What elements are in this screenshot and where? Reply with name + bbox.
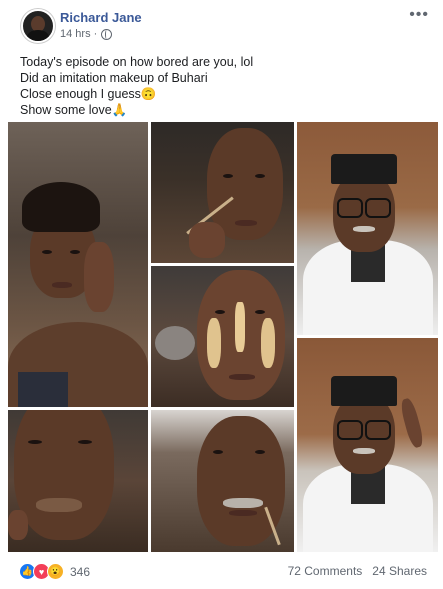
- lips-shape: [235, 220, 257, 226]
- mustache-shape: [223, 498, 263, 508]
- makeup-application-photo[interactable]: [151, 122, 294, 263]
- reactions-summary[interactable]: 👍 ♥ 😮 346: [19, 563, 90, 580]
- post-meta: 14 hrs ·: [60, 28, 113, 40]
- hat-shape: [331, 376, 397, 406]
- post-header: Richard Jane 14 hrs · •••: [0, 0, 443, 46]
- photo-grid: [8, 122, 438, 552]
- sponge-shape: [155, 326, 195, 360]
- eye-shape: [255, 450, 265, 454]
- post-line: Today's episode on how bored are you, lo…: [20, 55, 254, 69]
- lips-shape: [52, 282, 72, 288]
- eye-shape: [255, 310, 265, 314]
- finger-shape: [8, 510, 28, 540]
- post-line: Did an imitation makeup of Buhari: [20, 71, 208, 85]
- lips-shape: [229, 510, 257, 516]
- globe-icon: [101, 28, 113, 40]
- eye-shape: [28, 440, 42, 444]
- lips-shape: [36, 498, 82, 512]
- eye-shape: [42, 250, 52, 254]
- post-line: Show some love🙏: [20, 103, 128, 117]
- mustache-makeup-photo[interactable]: [151, 410, 294, 552]
- highlight-nose: [235, 302, 245, 352]
- glasses-right: [365, 420, 391, 440]
- glasses-right: [365, 198, 391, 218]
- glasses-left: [337, 420, 363, 440]
- wow-icon: 😮: [47, 563, 64, 580]
- post-timestamp[interactable]: 14 hrs ·: [60, 28, 97, 40]
- hand-shape: [84, 242, 114, 312]
- reaction-count: 346: [70, 564, 91, 579]
- highlight-left: [207, 318, 221, 368]
- highlight-right: [261, 318, 275, 368]
- buhari-imitation-photo-1[interactable]: [297, 122, 438, 335]
- post-footer: 👍 ♥ 😮 346 72 Comments 24 Shares: [0, 556, 443, 589]
- author-avatar[interactable]: [21, 9, 55, 43]
- mustache-shape: [353, 448, 375, 454]
- comments-link[interactable]: 72 Comments: [288, 564, 363, 578]
- more-options-icon[interactable]: •••: [409, 6, 429, 24]
- avatar-body: [27, 30, 49, 41]
- eye-shape: [255, 174, 265, 178]
- eye-shape: [78, 440, 92, 444]
- lips-closeup-photo[interactable]: [8, 410, 148, 552]
- post-text: Today's episode on how bored are you, lo…: [20, 54, 420, 118]
- hat-shape: [331, 154, 397, 184]
- eye-shape: [215, 310, 225, 314]
- hand-shape: [189, 222, 225, 258]
- top-clothing: [18, 372, 68, 407]
- face-shape: [14, 410, 114, 540]
- buhari-imitation-photo-2[interactable]: [297, 338, 438, 552]
- engagement-stats: 72 Comments 24 Shares: [288, 564, 427, 578]
- woman-face-photo[interactable]: [8, 122, 148, 407]
- glasses-left: [337, 198, 363, 218]
- eye-shape: [223, 174, 233, 178]
- lips-shape: [229, 374, 255, 380]
- mustache-shape: [353, 226, 375, 232]
- post-line: Close enough I guess🙃: [20, 87, 157, 101]
- shares-link[interactable]: 24 Shares: [372, 564, 427, 578]
- contour-makeup-photo[interactable]: [151, 266, 294, 407]
- raised-finger: [398, 397, 426, 449]
- author-name[interactable]: Richard Jane: [60, 10, 142, 25]
- eye-shape: [213, 450, 223, 454]
- hair-shape: [22, 182, 100, 232]
- eye-shape: [70, 250, 80, 254]
